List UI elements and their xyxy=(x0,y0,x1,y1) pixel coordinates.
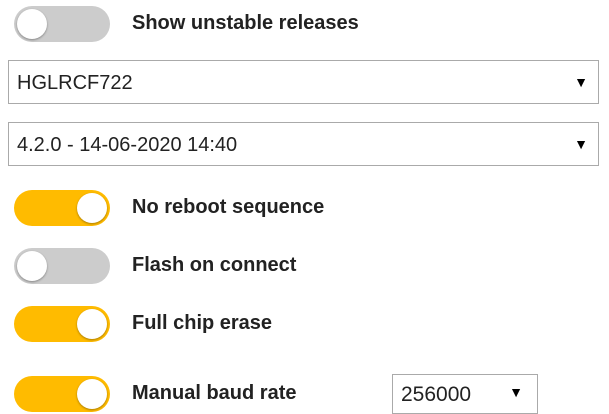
no-reboot-sequence-label: No reboot sequence xyxy=(132,196,325,218)
chevron-down-icon: ▼ xyxy=(509,384,523,400)
baud-rate-select-value: 256000 xyxy=(401,383,472,406)
baud-rate-select[interactable]: 256000 ▼ xyxy=(392,374,538,414)
chevron-down-icon: ▼ xyxy=(574,136,588,152)
full-chip-erase-toggle[interactable] xyxy=(14,306,110,342)
manual-baud-rate-label: Manual baud rate xyxy=(132,382,297,404)
toggle-knob xyxy=(77,309,107,339)
toggle-knob xyxy=(77,379,107,409)
toggle-knob xyxy=(17,9,47,39)
manual-baud-rate-toggle[interactable] xyxy=(14,376,110,412)
full-chip-erase-label: Full chip erase xyxy=(132,312,273,334)
no-reboot-sequence-toggle[interactable] xyxy=(14,190,110,226)
toggle-knob xyxy=(77,193,107,223)
firmware-version-select-value: 4.2.0 - 14-06-2020 14:40 xyxy=(17,134,238,156)
flash-on-connect-toggle[interactable] xyxy=(14,248,110,284)
board-select-value: HGLRCF722 xyxy=(17,72,133,94)
firmware-version-select[interactable]: 4.2.0 - 14-06-2020 14:40 ▼ xyxy=(8,122,599,166)
show-unstable-releases-label: Show unstable releases xyxy=(132,12,359,34)
show-unstable-releases-toggle[interactable] xyxy=(14,6,110,42)
chevron-down-icon: ▼ xyxy=(574,74,588,90)
flash-on-connect-label: Flash on connect xyxy=(132,254,297,276)
toggle-knob xyxy=(17,251,47,281)
board-select[interactable]: HGLRCF722 ▼ xyxy=(8,60,599,104)
